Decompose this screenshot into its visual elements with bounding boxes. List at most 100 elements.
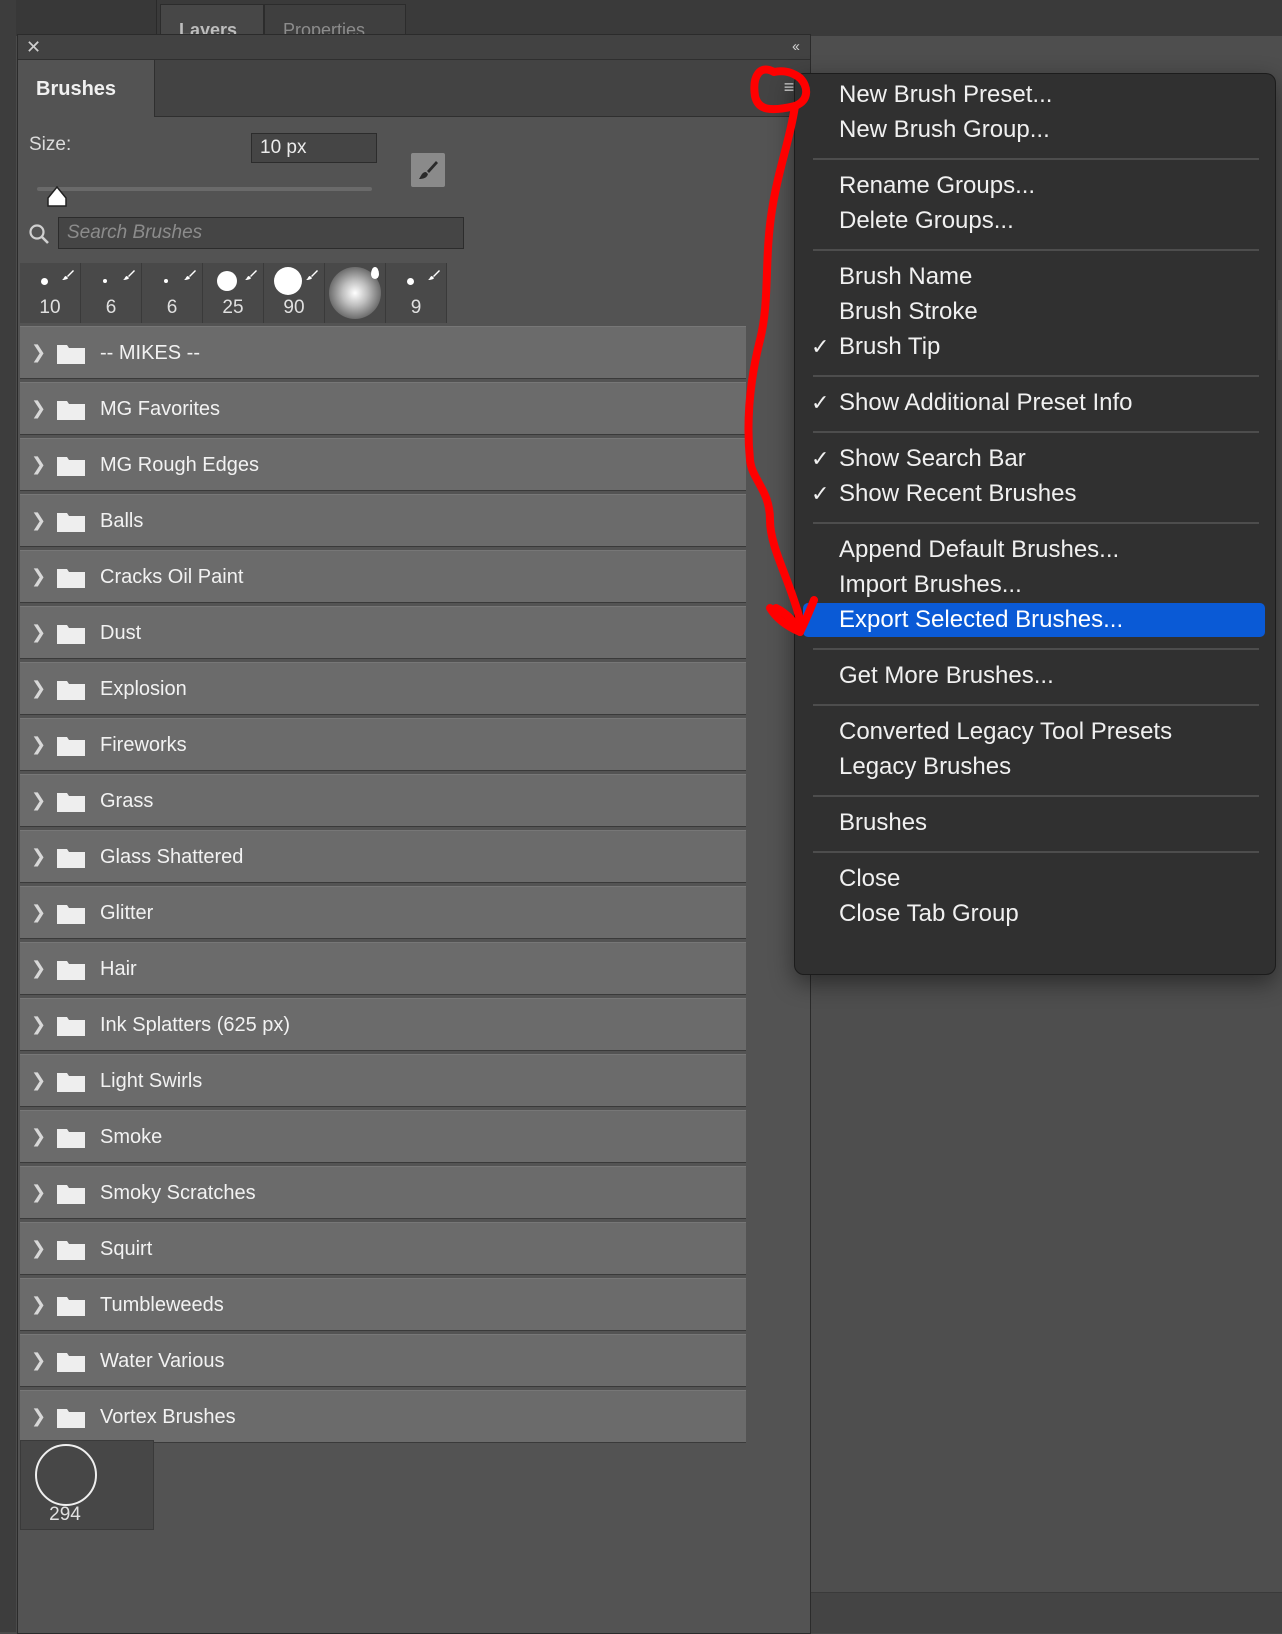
folder-icon: [57, 1353, 85, 1372]
menu-item-brush-tip[interactable]: ✓ Brush Tip: [803, 330, 1265, 364]
chevron-right-icon[interactable]: ❯: [31, 565, 46, 587]
panel-flyout-menu: New Brush Preset... New Brush Group... Ren…: [794, 73, 1276, 975]
menu-item-brush-name[interactable]: Brush Name: [803, 260, 1265, 294]
menu-separator: [813, 851, 1259, 853]
brush-group-row[interactable]: ❯ Grass: [20, 774, 746, 827]
brush-group-row[interactable]: ❯ Hair: [20, 942, 746, 995]
folder-icon: [57, 1129, 85, 1148]
menu-item-legacy-brushes[interactable]: Legacy Brushes: [803, 750, 1265, 784]
recent-brush-2[interactable]: 6: [81, 263, 142, 323]
folder-icon: [57, 1017, 85, 1036]
chevron-right-icon[interactable]: ❯: [31, 1069, 46, 1091]
size-input[interactable]: [251, 133, 377, 163]
menu-item-show-recent-brushes[interactable]: ✓ Show Recent Brushes: [803, 477, 1265, 511]
menu-item-brushes[interactable]: Brushes: [803, 806, 1265, 840]
chevron-right-icon[interactable]: ❯: [31, 957, 46, 979]
recent-brush-1[interactable]: 10: [20, 263, 81, 323]
menu-item-brush-stroke[interactable]: Brush Stroke: [803, 295, 1265, 329]
recent-brush-6[interactable]: [325, 263, 386, 323]
menu-item-label: Brushes: [839, 809, 928, 836]
chevron-right-icon[interactable]: ❯: [31, 677, 46, 699]
tab-layers[interactable]: Layers: [160, 4, 264, 37]
size-slider-thumb[interactable]: [46, 186, 68, 208]
menu-item-close-tab-group[interactable]: Close Tab Group: [803, 897, 1265, 931]
brush-group-label: Water Various: [100, 1350, 225, 1372]
brush-settings-button[interactable]: [411, 153, 445, 187]
checkmark-icon: ✓: [811, 334, 830, 359]
menu-item-import-brushes[interactable]: Import Brushes...: [803, 568, 1265, 602]
chevron-right-icon[interactable]: ❯: [31, 733, 46, 755]
background-scroll-edge: [1278, 300, 1282, 360]
menu-item-label: Delete Groups...: [839, 207, 1014, 234]
brush-group-row[interactable]: ❯ Explosion: [20, 662, 746, 715]
brush-group-label: Hair: [100, 958, 137, 980]
chevron-right-icon[interactable]: ❯: [31, 509, 46, 531]
brush-group-row[interactable]: ❯ Cracks Oil Paint: [20, 550, 746, 603]
brush-group-row[interactable]: ❯ Tumbleweeds: [20, 1278, 746, 1331]
brush-tip-dot: [164, 279, 168, 283]
menu-item-delete-groups[interactable]: Delete Groups...: [803, 204, 1265, 238]
brush-group-row[interactable]: ❯ Glitter: [20, 886, 746, 939]
recent-brush-4[interactable]: 25: [203, 263, 264, 323]
menu-item-close[interactable]: Close: [803, 862, 1265, 896]
recent-brush-3[interactable]: 6: [142, 263, 203, 323]
chevron-right-icon[interactable]: ❯: [31, 1405, 46, 1427]
chevron-right-icon[interactable]: ❯: [31, 1237, 46, 1259]
tab-properties[interactable]: Properties: [264, 4, 406, 37]
search-input[interactable]: [58, 217, 464, 249]
brush-group-row[interactable]: ❯ Smoky Scratches: [20, 1166, 746, 1219]
mini-brush-icon: [245, 270, 257, 280]
mini-brush-icon: [184, 270, 196, 280]
brush-group-row[interactable]: ❯ Balls: [20, 494, 746, 547]
menu-item-export-selected-brushes[interactable]: Export Selected Brushes...: [803, 603, 1265, 637]
brush-group-row[interactable]: ❯ Ink Splatters (625 px): [20, 998, 746, 1051]
close-icon[interactable]: ✕: [26, 36, 41, 58]
chevron-right-icon[interactable]: ❯: [31, 1013, 46, 1035]
menu-item-show-search-bar[interactable]: ✓ Show Search Bar: [803, 442, 1265, 476]
size-slider-track[interactable]: [37, 187, 372, 191]
menu-item-show-additional-preset-info[interactable]: ✓ Show Additional Preset Info: [803, 386, 1265, 420]
menu-item-append-default-brushes[interactable]: Append Default Brushes...: [803, 533, 1265, 567]
menu-item-converted-legacy-tool-presets[interactable]: Converted Legacy Tool Presets: [803, 715, 1265, 749]
brush-group-row[interactable]: ❯ Dust: [20, 606, 746, 659]
menu-item-new-brush-group[interactable]: New Brush Group...: [803, 113, 1265, 147]
folder-icon: [57, 569, 85, 588]
chevron-right-icon[interactable]: ❯: [31, 621, 46, 643]
brush-group-row[interactable]: ❯ Vortex Brushes: [20, 1390, 746, 1443]
chevron-right-icon[interactable]: ❯: [31, 1293, 46, 1315]
chevron-right-icon[interactable]: ❯: [31, 397, 46, 419]
recent-brush-7[interactable]: 9: [386, 263, 447, 323]
brush-tip-dot: [274, 267, 302, 295]
menu-item-rename-groups[interactable]: Rename Groups...: [803, 169, 1265, 203]
brush-group-row[interactable]: ❯ Smoke: [20, 1110, 746, 1163]
chevron-right-icon[interactable]: ❯: [31, 845, 46, 867]
menu-item-get-more-brushes[interactable]: Get More Brushes...: [803, 659, 1265, 693]
brush-group-row[interactable]: ❯ Glass Shattered: [20, 830, 746, 883]
chevron-right-icon[interactable]: ❯: [31, 789, 46, 811]
chevron-right-icon[interactable]: ❯: [31, 453, 46, 475]
brush-group-label: -- MIKES --: [100, 342, 200, 364]
folder-icon: [57, 793, 85, 812]
brush-group-row[interactable]: ❯ Water Various: [20, 1334, 746, 1387]
tab-brushes[interactable]: Brushes: [18, 60, 155, 117]
brush-group-row[interactable]: ❯ MG Favorites: [20, 382, 746, 435]
brush-groups-list: ❯ -- MIKES -- ❯ MG Favorites ❯ MG Rough Edges…: [20, 326, 746, 1446]
collapse-icon[interactable]: ‹‹: [792, 37, 800, 57]
chevron-right-icon[interactable]: ❯: [31, 901, 46, 923]
brush-group-label: Smoky Scratches: [100, 1182, 256, 1204]
brush-group-row[interactable]: ❯ MG Rough Edges: [20, 438, 746, 491]
panel-title-bar[interactable]: ✕ ‹‹: [18, 35, 810, 60]
chevron-right-icon[interactable]: ❯: [31, 341, 46, 363]
chevron-right-icon[interactable]: ❯: [31, 1181, 46, 1203]
menu-separator: [813, 158, 1259, 160]
menu-item-new-brush-preset[interactable]: New Brush Preset...: [803, 78, 1265, 112]
recent-brush-5[interactable]: 90: [264, 263, 325, 323]
chevron-right-icon[interactable]: ❯: [31, 1125, 46, 1147]
brush-group-row[interactable]: ❯ Fireworks: [20, 718, 746, 771]
brush-group-row[interactable]: ❯ Light Swirls: [20, 1054, 746, 1107]
brush-group-row[interactable]: ❯ Squirt: [20, 1222, 746, 1275]
brush-group-label: Grass: [100, 790, 154, 812]
chevron-right-icon[interactable]: ❯: [31, 1349, 46, 1371]
brush-group-row[interactable]: ❯ -- MIKES --: [20, 326, 746, 379]
brush-preset-cell[interactable]: 294: [20, 1440, 154, 1530]
